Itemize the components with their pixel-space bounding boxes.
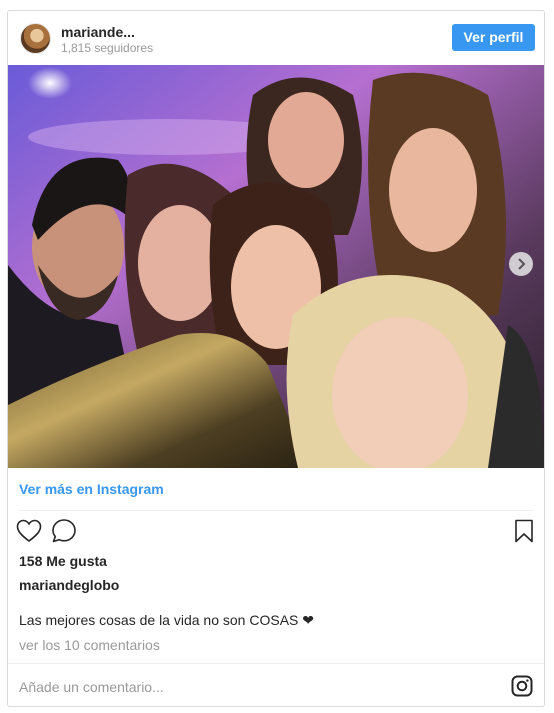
- view-profile-button[interactable]: Ver perfil: [452, 24, 535, 51]
- view-more-on-instagram-link[interactable]: Ver más en Instagram: [19, 481, 164, 497]
- post-photo[interactable]: [8, 65, 544, 468]
- like-button[interactable]: [16, 518, 42, 544]
- post-author[interactable]: mariandeglobo: [19, 577, 119, 593]
- comment-button[interactable]: [51, 518, 77, 544]
- followers-count: 1,815 seguidores: [61, 41, 154, 55]
- post-caption: Las mejores cosas de la vida no son COSA…: [19, 612, 314, 628]
- post-header: mariande... 1,815 seguidores Ver perfil: [8, 11, 544, 66]
- heart-icon: [16, 519, 42, 543]
- instagram-icon: [511, 675, 533, 697]
- next-photo-button[interactable]: [509, 252, 533, 276]
- username[interactable]: mariande...: [61, 24, 135, 40]
- comment-bubble-icon: [52, 519, 76, 543]
- divider: [8, 663, 544, 664]
- instagram-logo-button[interactable]: [510, 674, 534, 698]
- divider: [18, 510, 534, 511]
- selfie-image: [8, 65, 544, 468]
- add-comment-field[interactable]: Añade un comentario...: [19, 679, 469, 695]
- chevron-right-icon: [518, 258, 526, 270]
- likes-count[interactable]: 158 Me gusta: [19, 553, 107, 569]
- bookmark-icon: [515, 519, 533, 543]
- instagram-embed-card: mariande... 1,815 seguidores Ver perfil: [7, 10, 545, 707]
- save-button[interactable]: [511, 518, 537, 544]
- avatar[interactable]: [20, 23, 51, 54]
- view-comments-link[interactable]: ver los 10 comentarios: [19, 637, 160, 653]
